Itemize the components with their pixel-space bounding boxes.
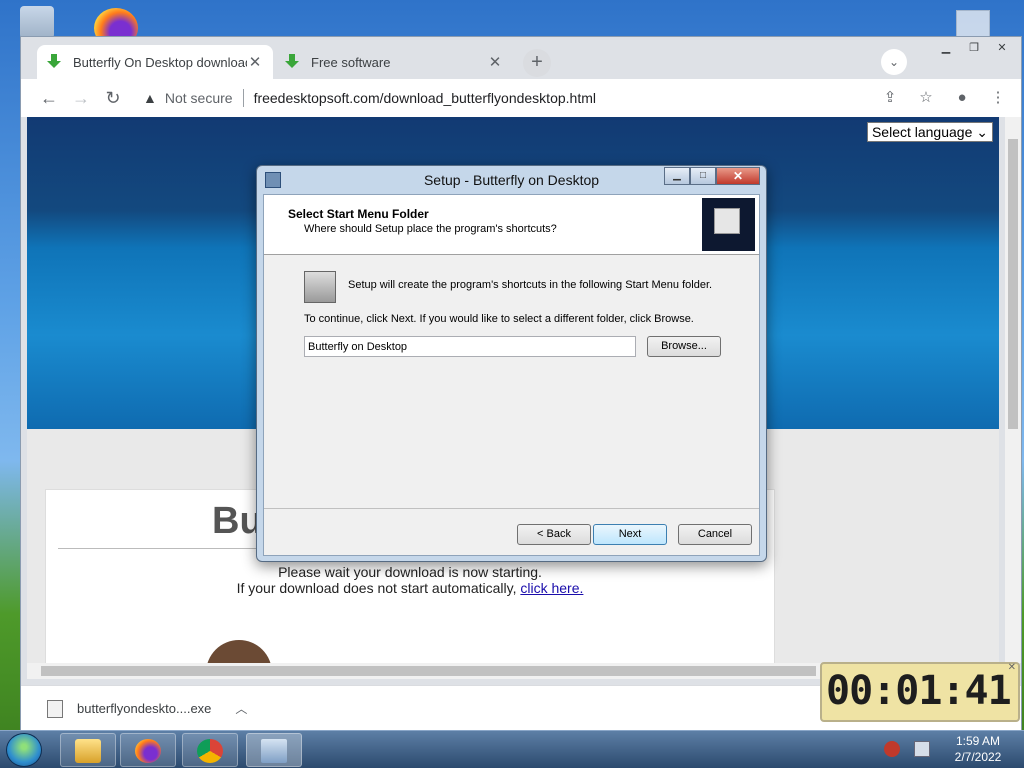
scroll-thumb[interactable] [41, 666, 816, 676]
fallback-text: If your download does not start automati… [236, 580, 517, 596]
back-arrow-icon[interactable]: ← [33, 82, 65, 114]
taskbar-setup[interactable] [246, 733, 302, 767]
download-file-name[interactable]: butterflyondeskto....exe [77, 701, 211, 716]
tab-title: Free software [311, 54, 391, 70]
chrome-icon [197, 739, 223, 763]
file-icon [47, 699, 63, 718]
taskbar-chrome[interactable] [182, 733, 238, 767]
start-button[interactable] [6, 733, 42, 767]
computer-icon [702, 198, 755, 251]
clock-date: 2/7/2022 [954, 750, 1002, 764]
taskbar-firefox[interactable] [120, 733, 176, 767]
folder-icon [75, 739, 101, 763]
address-bar[interactable]: ▲ Not secure freedesktopsoft.com/downloa… [143, 83, 875, 113]
start-menu-folder-field[interactable] [304, 336, 636, 357]
tab-free-software[interactable]: Free software ✕ [275, 45, 513, 79]
menu-icon[interactable]: ⋮ [983, 83, 1013, 113]
reload-icon[interactable]: ↻ [97, 82, 129, 114]
separator [242, 89, 244, 107]
close-icon[interactable]: ✕ [716, 167, 760, 185]
restore-icon[interactable]: ❐ [961, 39, 987, 57]
tab-strip: Butterfly On Desktop download ✕ Free sof… [21, 37, 1021, 79]
timer-widget[interactable]: 00:01:41 ✕ [820, 662, 1020, 722]
setup-icon [261, 739, 287, 763]
minimize-icon[interactable]: ▁ [933, 39, 959, 57]
next-button[interactable]: Next [593, 524, 667, 545]
divider [264, 508, 759, 509]
taskbar: 1:59 AM 2/7/2022 [0, 730, 1024, 768]
download-status: Please wait your download is now startin… [46, 564, 774, 596]
close-icon[interactable]: ✕ [1008, 662, 1016, 673]
start-menu-folder-icon [304, 271, 336, 303]
close-tab-icon[interactable]: ✕ [487, 53, 503, 71]
clock-time: 1:59 AM [955, 734, 1001, 748]
click-here-link[interactable]: click here. [520, 580, 583, 596]
star-icon[interactable]: ☆ [911, 83, 941, 113]
dialog-titlebar[interactable]: Setup - Butterfly on Desktop ▁ □ ✕ [257, 166, 766, 194]
security-label[interactable]: Not secure [165, 90, 233, 106]
share-icon[interactable]: ⇪ [875, 83, 905, 113]
chevron-up-icon[interactable]: ︿ [235, 700, 247, 717]
wizard-step-subtitle: Where should Setup place the program's s… [304, 223, 557, 235]
profile-icon[interactable]: ● [947, 83, 977, 113]
vertical-scrollbar[interactable] [1005, 117, 1021, 663]
close-icon[interactable]: ✕ [989, 39, 1015, 57]
window-controls: ▁ ❐ ✕ [933, 39, 1015, 57]
maximize-icon[interactable]: □ [690, 167, 716, 185]
dialog-controls: ▁ □ ✕ [664, 167, 760, 185]
wait-line: Please wait your download is now startin… [278, 564, 542, 580]
system-clock[interactable]: 1:59 AM 2/7/2022 [938, 733, 1018, 765]
download-icon [47, 54, 61, 70]
minimize-icon[interactable]: ▁ [664, 167, 690, 185]
setup-dialog: Setup - Butterfly on Desktop ▁ □ ✕ Selec… [256, 165, 767, 562]
tab-butterfly-download[interactable]: Butterfly On Desktop download ✕ [37, 45, 273, 79]
language-select-label: Select language [871, 124, 973, 140]
forward-arrow-icon[interactable]: → [65, 82, 97, 114]
back-button[interactable]: < Back [517, 524, 591, 545]
fallback-line: If your download does not start automati… [46, 580, 774, 596]
close-tab-icon[interactable]: ✕ [247, 53, 263, 71]
scroll-thumb[interactable] [1008, 139, 1018, 429]
dialog-body: Select Start Menu Folder Where should Se… [263, 194, 760, 556]
firefox-icon [135, 739, 161, 763]
wizard-step-title: Select Start Menu Folder [288, 207, 429, 221]
url-text[interactable]: freedesktopsoft.com/download_butterflyon… [254, 90, 596, 106]
timer-display: 00:01:41 [826, 668, 1012, 714]
action-center-icon[interactable] [884, 741, 900, 757]
language-select[interactable]: Select language ⌄ [866, 122, 993, 142]
browse-button[interactable]: Browse... [647, 336, 721, 357]
wizard-header: Select Start Menu Folder Where should Se… [264, 195, 759, 255]
warning-icon[interactable]: ▲ [143, 90, 157, 106]
cancel-button[interactable]: Cancel [678, 524, 752, 545]
new-tab-button[interactable]: + [523, 49, 551, 77]
tab-search-button[interactable]: ⌄ [881, 49, 907, 75]
download-icon [285, 54, 299, 70]
toolbar-actions: ⇪ ☆ ● ⋮ [875, 83, 1013, 113]
tab-title: Butterfly On Desktop download [73, 54, 247, 70]
network-icon[interactable] [914, 741, 930, 757]
mascot-image [206, 640, 272, 663]
instruction-text: To continue, click Next. If you would li… [304, 313, 694, 325]
browser-toolbar: ← → ↻ ▲ Not secure freedesktopsoft.com/d… [21, 79, 1021, 117]
chevron-down-icon: ⌄ [972, 123, 988, 140]
taskbar-explorer[interactable] [60, 733, 116, 767]
info-text: Setup will create the program's shortcut… [348, 279, 713, 291]
